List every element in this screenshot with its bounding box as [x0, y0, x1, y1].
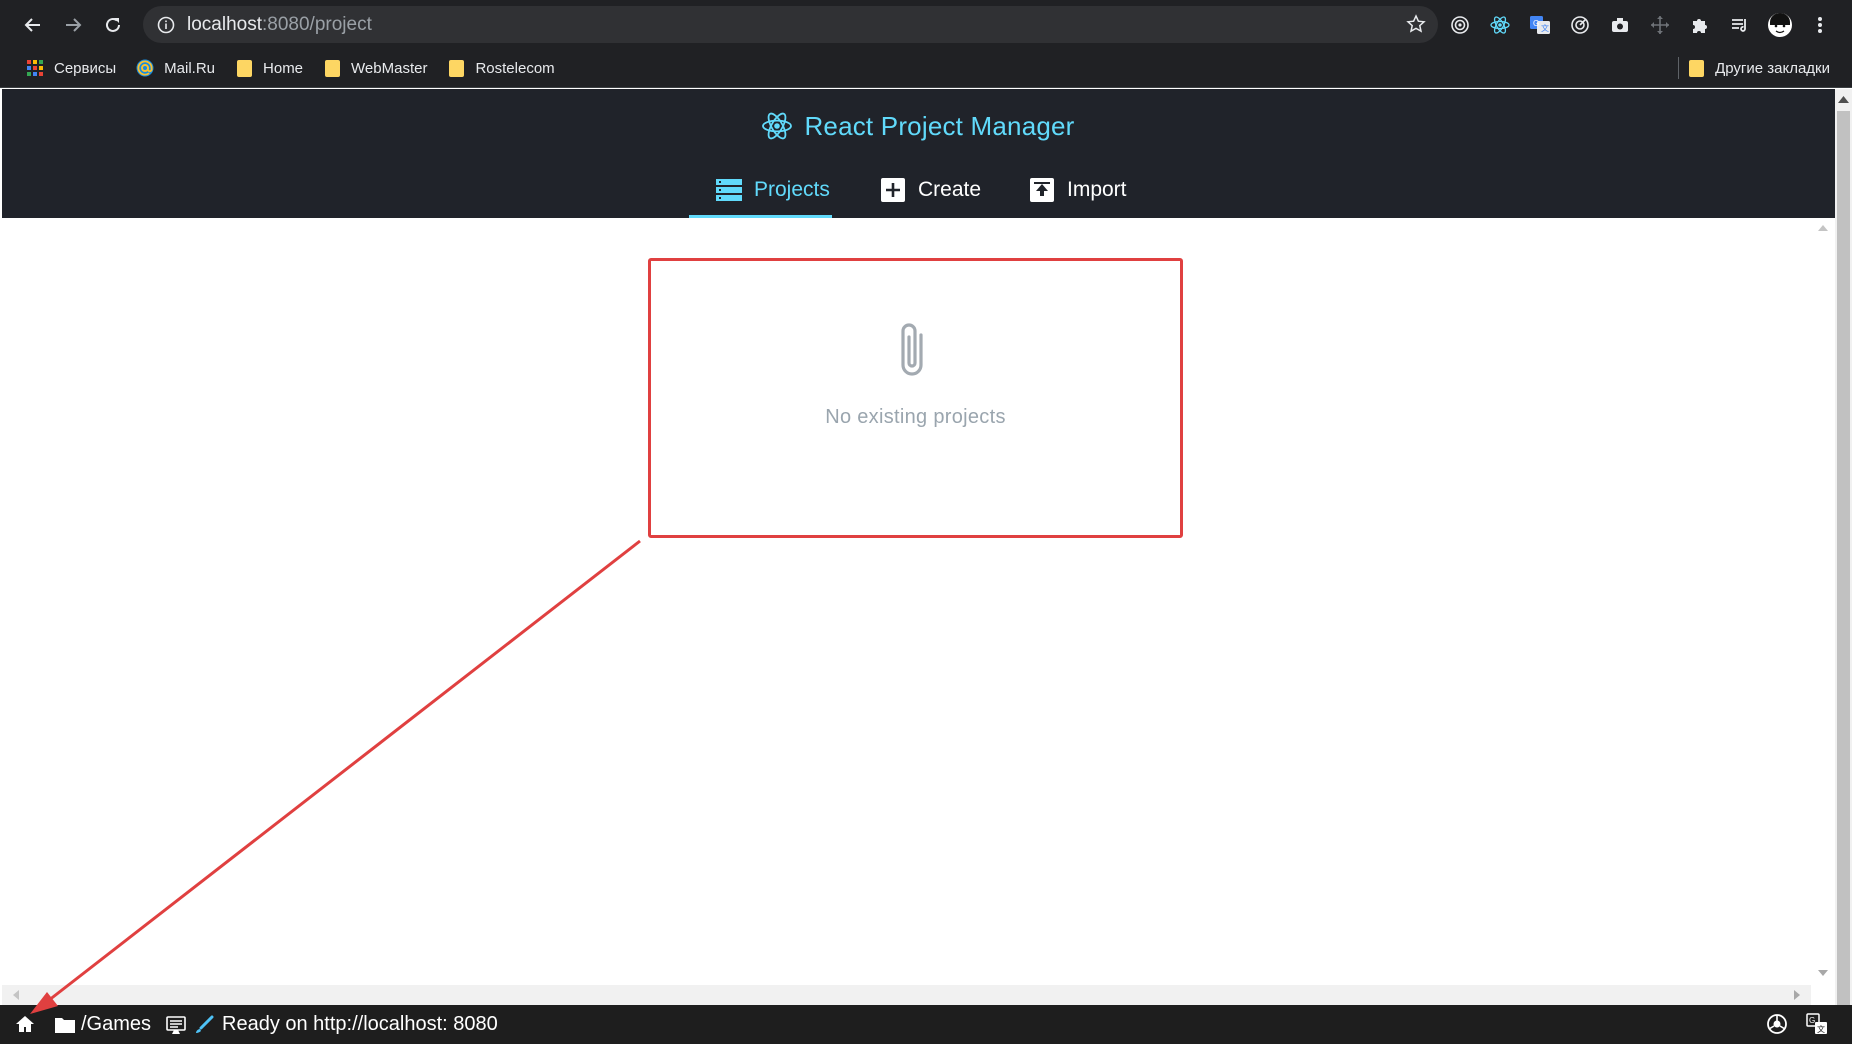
- url-path: :8080/project: [262, 13, 372, 35]
- svg-text:文: 文: [1541, 23, 1549, 33]
- mailru-icon: [136, 59, 154, 77]
- status-text: Ready on http://localhost: 8080: [222, 1013, 498, 1035]
- scrollbar-thumb[interactable]: [1837, 111, 1850, 1011]
- extension-react-icon[interactable]: [1480, 6, 1520, 43]
- bookmark-label: Mail.Ru: [164, 59, 216, 77]
- reload-button[interactable]: [93, 5, 133, 45]
- nav-tabs: Projects Create Import: [2, 161, 1835, 218]
- address-bar[interactable]: localhost:8080/project: [143, 6, 1438, 43]
- page: localhost:8080/project G文 Сервисы Mail.R…: [0, 0, 1852, 1044]
- tab-projects[interactable]: Projects: [689, 161, 832, 218]
- browser-scrollbar-vertical[interactable]: [1835, 89, 1852, 1044]
- server-list-icon: [716, 177, 742, 203]
- home-icon[interactable]: [15, 1014, 35, 1034]
- folder-path-label: /Games: [81, 1013, 152, 1035]
- forward-button[interactable]: [53, 5, 93, 45]
- folder-icon: [55, 1017, 75, 1033]
- tab-create[interactable]: Create: [880, 161, 981, 218]
- arrow-right-icon: [66, 18, 82, 32]
- bookmark-star-icon[interactable]: [1406, 14, 1426, 39]
- extension-target-icon[interactable]: [1440, 6, 1480, 43]
- bookmark-rostelecom[interactable]: Rostelecom: [437, 53, 564, 83]
- bookmark-mailru[interactable]: Mail.Ru: [126, 53, 225, 83]
- folder-path[interactable]: /Games: [55, 1013, 151, 1036]
- status-bar-right: G文: [1766, 1013, 1828, 1035]
- back-button[interactable]: [13, 5, 53, 45]
- empty-state-card: No existing projects: [648, 258, 1183, 538]
- extension-camera-icon[interactable]: [1600, 6, 1640, 43]
- scroll-left-arrow-icon[interactable]: [12, 990, 19, 1000]
- extension-translate-icon[interactable]: G文: [1520, 6, 1560, 43]
- empty-message: No existing projects: [825, 406, 1006, 428]
- apps-grid-icon: [26, 59, 44, 77]
- reload-icon: [106, 17, 120, 32]
- plus-box-icon: [880, 177, 906, 203]
- status-bar: /Games Ready on http://localhost: 8080 G…: [0, 1005, 1852, 1044]
- svg-text:G: G: [1809, 1016, 1815, 1025]
- paperclip-icon: [901, 323, 923, 376]
- upload-box-icon: [1029, 177, 1055, 203]
- tab-label: Import: [1067, 177, 1127, 201]
- bookmark-other-folder[interactable]: Другие закладки: [1677, 53, 1840, 83]
- profile-avatar[interactable]: [1760, 6, 1800, 43]
- extension-radar-icon[interactable]: [1560, 6, 1600, 43]
- extension-move-icon[interactable]: [1640, 6, 1680, 43]
- scroll-up-arrow-icon[interactable]: [1838, 95, 1849, 103]
- media-queue-icon[interactable]: [1720, 6, 1760, 43]
- scroll-down-arrow-icon[interactable]: [1818, 970, 1828, 977]
- folder-icon: [1687, 59, 1705, 77]
- browser-menu-icon[interactable]: [1800, 6, 1840, 43]
- chrome-sync-icon[interactable]: [1766, 1013, 1788, 1035]
- url-host: localhost: [187, 13, 262, 35]
- translate-icon[interactable]: G文: [1806, 1013, 1828, 1035]
- main-content: No existing projects: [2, 218, 1835, 1005]
- app-title: React Project Manager: [804, 110, 1075, 141]
- bookmark-home[interactable]: Home: [225, 53, 313, 83]
- terminal-icon: [166, 1015, 186, 1034]
- scroll-up-arrow-icon[interactable]: [1818, 224, 1828, 231]
- bookmark-label: Rostelecom: [475, 59, 555, 77]
- tab-import[interactable]: Import: [1029, 161, 1127, 218]
- bookmark-label: Home: [263, 59, 304, 77]
- arrow-left-icon: [24, 18, 40, 32]
- folder-icon: [235, 59, 253, 77]
- extensions-row: G文: [1440, 6, 1840, 43]
- folder-icon: [447, 59, 465, 77]
- bookmark-label: WebMaster: [351, 59, 428, 77]
- react-logo-icon: [762, 112, 793, 140]
- page-scrollbar-vertical[interactable]: [1811, 218, 1835, 988]
- brush-icon: [196, 1015, 214, 1033]
- scroll-right-arrow-icon[interactable]: [1794, 990, 1801, 1000]
- bookmarks-bar: Сервисы Mail.Ru Home WebMaster Rosteleco…: [0, 49, 1852, 88]
- url-text: localhost:8080/project: [187, 14, 372, 36]
- page-scrollbar-horizontal[interactable]: [2, 985, 1811, 1005]
- brand: React Project Manager: [2, 109, 1835, 143]
- bookmark-webmaster[interactable]: WebMaster: [313, 53, 437, 83]
- info-icon[interactable]: [157, 16, 175, 34]
- extensions-puzzle-icon[interactable]: [1680, 6, 1720, 43]
- bookmark-label: Сервисы: [54, 59, 117, 77]
- tab-label: Create: [918, 177, 982, 201]
- other-bookmarks-label: Другие закладки: [1715, 59, 1830, 77]
- tab-label: Projects: [754, 177, 830, 201]
- browser-toolbar: localhost:8080/project G文: [0, 0, 1852, 49]
- svg-text:文: 文: [1817, 1024, 1825, 1034]
- app-header: React Project Manager Projects Create Im…: [2, 89, 1835, 218]
- server-status[interactable]: Ready on http://localhost: 8080: [166, 1013, 498, 1036]
- bookmark-services[interactable]: Сервисы: [16, 53, 126, 83]
- folder-icon: [323, 59, 341, 77]
- svg-text:G: G: [1533, 19, 1539, 28]
